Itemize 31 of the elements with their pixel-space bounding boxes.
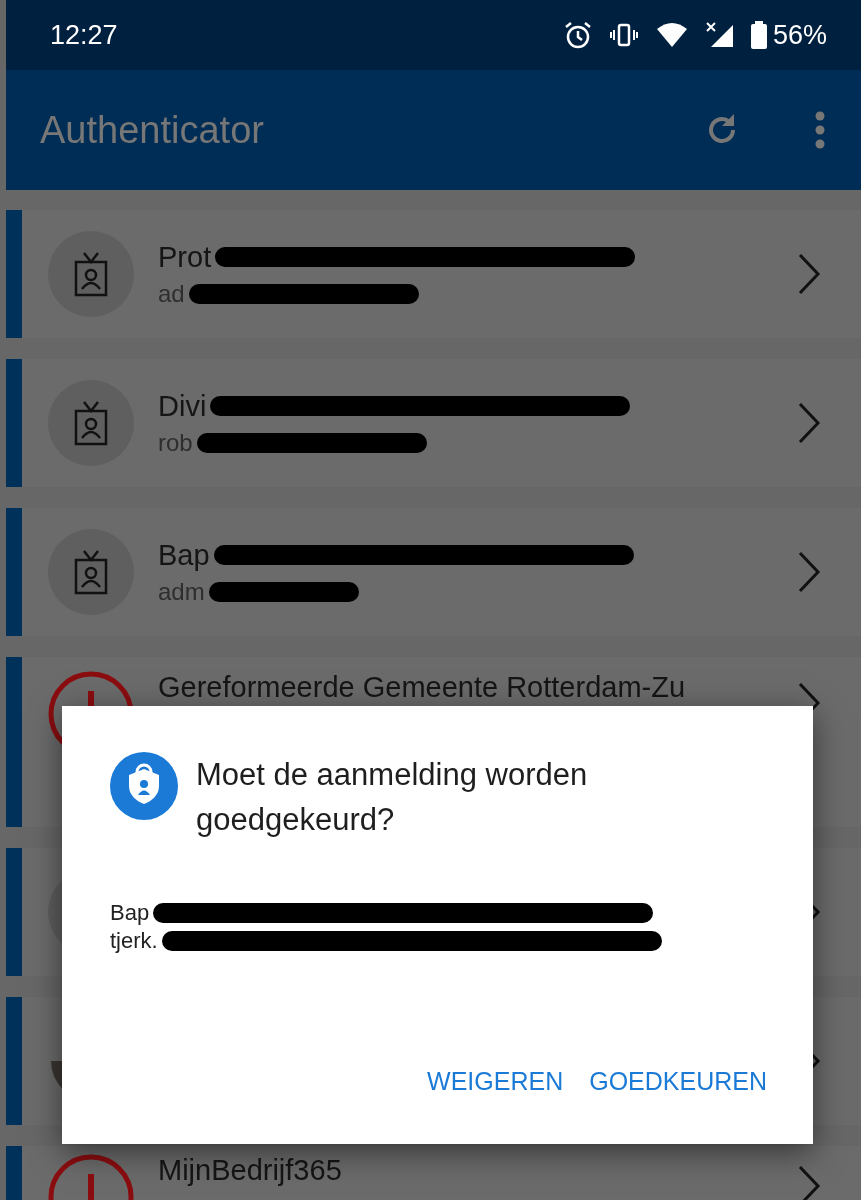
account-name: Gereformeerde Gemeente Rotterdam-Zu [158, 671, 686, 704]
account-email: rob [158, 428, 193, 457]
id-badge-icon [74, 549, 108, 595]
account-row[interactable]: Prot ad [6, 210, 861, 338]
battery-icon [750, 21, 767, 49]
account-name: Prot [158, 240, 212, 274]
chevron-right-icon [797, 1164, 821, 1200]
account-name: Bap [158, 538, 210, 572]
account-name: Divi [158, 389, 207, 423]
chevron-right-icon [797, 550, 821, 594]
signal-icon [704, 21, 735, 49]
dialog-button[interactable]: GOEDKEUREN [583, 1059, 773, 1104]
shield-lock-icon [110, 752, 178, 820]
clock-time: 12:27 [50, 19, 118, 51]
account-email: ad [158, 279, 185, 308]
account-row[interactable]: MijnBedrijf365 [6, 1146, 861, 1200]
account-row[interactable]: Divi rob [6, 359, 861, 487]
dialog-button[interactable]: WEIGEREN [421, 1059, 570, 1104]
chevron-right-icon [797, 401, 821, 445]
account-row[interactable]: Bap adm [6, 508, 861, 636]
account-name: MijnBedrijf365 [158, 1154, 342, 1187]
battery-level: 56% [772, 19, 827, 51]
account-email: adm [158, 577, 205, 606]
chevron-right-icon [797, 252, 821, 296]
dialog-title: Moet de aanmelding worden goedgekeurd? [196, 756, 589, 839]
app-title: Authenticator [40, 108, 265, 152]
dialog-detail-text: Bap [110, 900, 150, 926]
wifi-icon [654, 21, 689, 49]
id-badge-icon [74, 251, 108, 297]
id-badge-icon [74, 400, 108, 446]
dialog-detail-text: tjerk. [110, 928, 158, 954]
